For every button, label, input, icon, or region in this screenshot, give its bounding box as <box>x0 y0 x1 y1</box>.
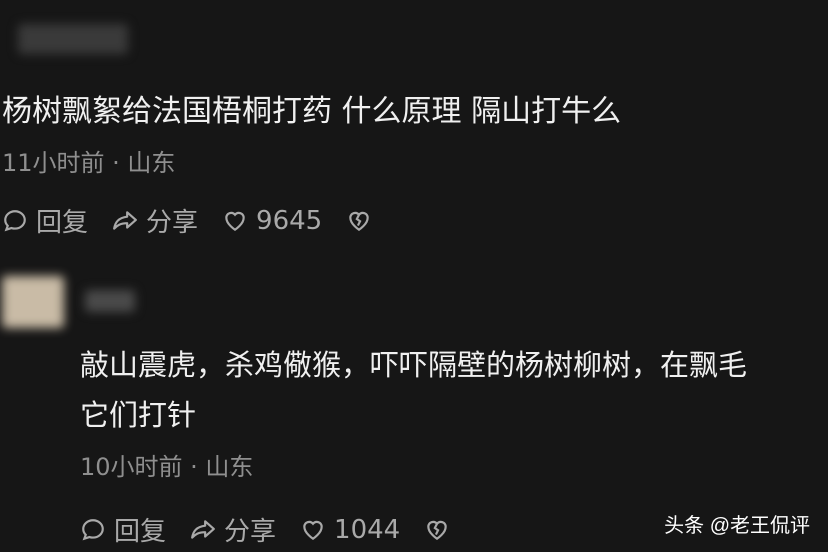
comment-2-meta: 10小时前 · 山东 <box>80 453 254 481</box>
like-button[interactable]: 9645 <box>222 206 322 236</box>
comment-2-actions: 回复 分享 1044 <box>80 511 482 548</box>
share-label: 分享 <box>146 208 199 238</box>
share-arrow-icon <box>191 519 215 539</box>
heart-icon <box>303 520 323 540</box>
comment-1-meta: 11小时前 · 山东 <box>2 149 176 177</box>
like-count: 9645 <box>256 205 323 236</box>
dislike-button[interactable] <box>424 517 458 543</box>
blurred-username-1 <box>18 24 128 54</box>
comment-2-line-1: 敲山震虎，杀鸡儆猴，吓吓隔壁的杨树柳树，在飘毛 <box>80 348 748 382</box>
watermark: 头条 @老王侃评 <box>664 515 810 537</box>
comment-bubble-icon <box>4 209 26 231</box>
reply-button[interactable]: 回复 <box>80 511 166 548</box>
comment-1-text: 杨树飘絮给法国梧桐打药 什么原理 隔山打牛么 <box>2 94 622 129</box>
dislike-button[interactable] <box>346 208 380 234</box>
share-arrow-icon <box>113 210 137 230</box>
blurred-username-2 <box>85 290 135 312</box>
share-button[interactable]: 分享 <box>112 202 198 239</box>
reply-label: 回复 <box>36 208 89 238</box>
comment-2-text: 敲山震虎，杀鸡儆猴，吓吓隔壁的杨树柳树，在飘毛 它们打针 <box>80 340 828 440</box>
comment-1-actions: 回复 分享 9645 <box>2 202 404 239</box>
reply-button[interactable]: 回复 <box>2 202 88 239</box>
reply-label: 回复 <box>114 517 167 547</box>
heart-icon <box>225 211 245 231</box>
like-button[interactable]: 1044 <box>300 515 400 545</box>
share-button[interactable]: 分享 <box>190 511 276 548</box>
like-count: 1044 <box>334 514 401 545</box>
share-label: 分享 <box>224 517 277 547</box>
broken-heart-icon <box>349 211 369 231</box>
comment-2-line-2: 它们打针 <box>80 398 197 432</box>
blurred-avatar-2[interactable] <box>2 276 64 328</box>
broken-heart-icon <box>427 520 447 540</box>
comment-bubble-icon <box>82 518 104 540</box>
